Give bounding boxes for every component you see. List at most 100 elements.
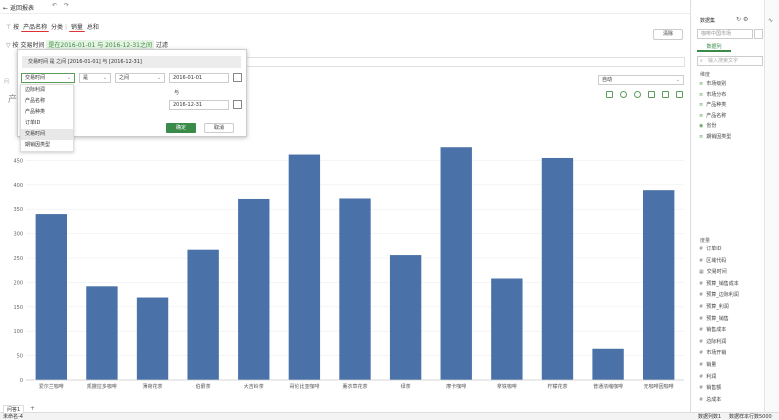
field-label: 市场分布 [706, 91, 727, 98]
field-item[interactable]: # 区域代码 [699, 257, 726, 264]
x-tick-label: 无咖啡因咖啡 [644, 383, 674, 390]
field-label: 区域代码 [706, 257, 727, 264]
zoom-out-icon[interactable] [633, 91, 641, 98]
field-item[interactable]: # 边际利润 [699, 338, 726, 345]
field-label: 市场级别 [706, 81, 727, 87]
auto-select[interactable]: 自动 ⌄ [598, 75, 684, 85]
field-item[interactable]: # 利润 [699, 373, 716, 380]
dropdown-option[interactable]: 交易时间 [21, 129, 73, 140]
bar[interactable] [541, 157, 574, 380]
gear-icon[interactable]: ⚙ [743, 16, 748, 23]
chevron-down-icon: ⌄ [675, 77, 680, 83]
bar[interactable] [288, 154, 321, 380]
field-label: 总成本 [706, 396, 722, 403]
search-placeholder: 输入搜索文字 [708, 58, 739, 64]
field-item[interactable]: ≡ 期销因类型 [699, 133, 731, 140]
pulse-icon[interactable]: ∿ [768, 17, 773, 24]
bar[interactable] [491, 278, 523, 380]
calendar-icon[interactable] [233, 100, 242, 109]
bar[interactable] [440, 147, 472, 380]
dimension-icon: ≡ [699, 81, 704, 87]
undo-icon[interactable]: ↶ [52, 2, 57, 9]
field-item[interactable]: # 市场开销 [699, 349, 726, 356]
sales-pill[interactable]: 销量 [68, 22, 85, 32]
field-search-input[interactable]: ⌕ 输入搜索文字 [697, 56, 763, 66]
field-item[interactable]: # 预算_边际利润 [699, 291, 739, 298]
row2-end: 过滤 [155, 42, 168, 49]
tab-data-columns[interactable]: 数据列 [697, 43, 731, 52]
number-icon: # [699, 280, 704, 287]
chevron-down-icon: ⌄ [66, 75, 71, 81]
dropdown-option[interactable]: 边际利润 [21, 85, 73, 96]
bar[interactable] [238, 198, 270, 380]
export-icon[interactable] [606, 91, 613, 98]
calendar-icon[interactable] [233, 73, 242, 82]
zoom-in-icon[interactable] [619, 91, 627, 98]
field-label: 订单ID [706, 246, 722, 252]
clear-button[interactable]: 清除 [653, 29, 683, 40]
number-icon: # [699, 304, 704, 310]
field-label: 预算_销售 [706, 315, 729, 322]
dropdown-option[interactable]: 产品种类 [21, 107, 73, 118]
number-icon: # [699, 338, 704, 345]
field-item[interactable]: # 总成本 [699, 396, 721, 403]
dataset-select[interactable]: 咖啡中国市场 [697, 29, 753, 39]
bar[interactable] [389, 255, 422, 380]
number-icon: # [699, 350, 704, 357]
product-name-pill[interactable]: 产品名称 [21, 22, 50, 32]
field-item[interactable]: # 预算_利润 [699, 303, 729, 310]
operator-select[interactable]: 是 ⌄ [79, 73, 111, 83]
field-item[interactable]: # 销售额 [699, 384, 721, 391]
field-label: 市场开销 [706, 350, 727, 357]
add-tab-icon[interactable]: + [30, 405, 35, 412]
grid-icon[interactable] [661, 91, 669, 98]
field-item[interactable]: # 预算_销售成本 [699, 280, 739, 287]
cancel-button[interactable]: 取消 [204, 123, 234, 133]
bar[interactable] [592, 348, 624, 380]
edit-icon[interactable] [754, 29, 763, 39]
date-filter-pill[interactable]: 是在2016-01-01 与 2016-12-31之间 [46, 40, 154, 49]
row-count: 数据列数1 [698, 414, 722, 420]
y-tick-label: 300 [13, 232, 23, 238]
back-button[interactable]: ← 返回报表 [3, 3, 34, 12]
pill1-suffix: 分类 [51, 24, 64, 31]
field-item[interactable]: ≡ 市场分布 [699, 91, 726, 98]
field-label: 省份 [706, 123, 717, 130]
field-item[interactable]: ▦ 交易时间 [699, 268, 727, 275]
operator-label: 是 [83, 75, 89, 81]
chart-toolbar [606, 91, 683, 99]
dropdown-option[interactable]: 订单ID [21, 118, 73, 129]
bar[interactable] [339, 198, 371, 380]
dimension-header: 维度 [700, 72, 711, 78]
dimension-icon: ≡ [699, 112, 704, 119]
field-item[interactable]: ≡ 产品名称 [699, 112, 726, 119]
field-item[interactable]: # 订单ID [699, 245, 722, 252]
field-item[interactable]: ◉ 省份 [699, 122, 716, 129]
range-select[interactable]: 之间 ⌄ [115, 73, 165, 83]
settings-icon[interactable] [675, 91, 683, 98]
dropdown-option[interactable]: 期销因类型 [21, 140, 73, 151]
x-tick-label: 哥伦比亚咖啡 [289, 383, 319, 390]
date-to-input[interactable]: 2016-12-31 [169, 100, 229, 110]
field-item[interactable]: ≡ 市场级别 [699, 80, 726, 87]
field-item[interactable]: # 销售成本 [699, 326, 726, 333]
field-dropdown-list: 边际利润 产品名称 产品种类 订单ID 交易时间 期销因类型 [20, 84, 74, 152]
number-icon: # [699, 292, 704, 299]
bar[interactable] [187, 249, 219, 380]
field-select[interactable]: 交易时间 ⌄ [21, 73, 75, 83]
bar[interactable] [35, 214, 67, 380]
bar[interactable] [136, 297, 169, 380]
x-tick-label: 薰衣草花茶 [342, 383, 367, 390]
confirm-button[interactable]: 确定 [166, 123, 196, 133]
bar[interactable] [86, 286, 118, 380]
bar[interactable] [643, 190, 675, 380]
dropdown-option[interactable]: 产品名称 [21, 96, 73, 107]
redo-icon[interactable]: ↷ [64, 2, 69, 9]
refresh-icon[interactable]: ↻ [736, 16, 741, 23]
date-from-input[interactable]: 2016-01-01 [169, 73, 229, 83]
chart-type-icon[interactable] [647, 91, 655, 98]
field-label: 边际利润 [706, 338, 727, 345]
field-item[interactable]: ≡ 产品种类 [699, 101, 726, 108]
field-item[interactable]: # 预算_销售 [699, 315, 729, 322]
field-item[interactable]: # 销量 [699, 361, 716, 368]
